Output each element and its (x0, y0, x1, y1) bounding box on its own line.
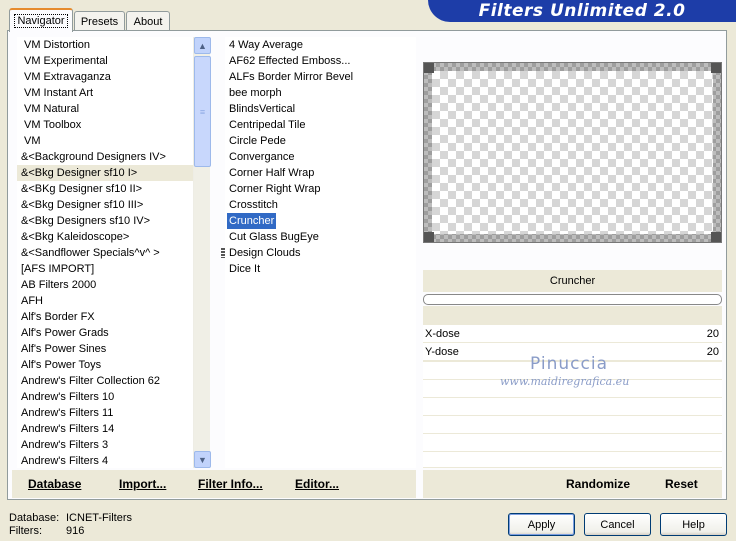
param-slot (423, 434, 722, 451)
category-item[interactable]: AFH (17, 293, 193, 309)
selected-filter-name: Cruncher (423, 270, 722, 292)
filter-item[interactable]: Cruncher (227, 213, 277, 229)
category-item[interactable]: &<BKg Designer sf10 II> (17, 181, 193, 197)
filter-item[interactable]: 4 Way Average (227, 39, 303, 51)
command-bar-right: Randomize Reset (423, 470, 722, 498)
watermark-url: www.maidiregrafica.eu (500, 375, 630, 388)
filter-item[interactable]: AF62 Effected Emboss... (227, 55, 350, 67)
filter-item[interactable]: bee morph (227, 87, 282, 99)
chevron-up-icon: ▲ (198, 40, 207, 51)
category-item[interactable]: Andrew's Filter Collection 62 (17, 373, 193, 389)
category-item[interactable]: VM Natural (17, 101, 193, 117)
tab-navigator[interactable]: Navigator (9, 8, 73, 32)
tab-presets[interactable]: Presets (74, 11, 125, 31)
category-item[interactable]: &<Bkg Designer sf10 III> (17, 197, 193, 213)
category-item[interactable]: Andrew's Filters 4 (17, 453, 193, 468)
tab-navigator-label: Navigator (14, 14, 68, 28)
database-button[interactable]: Database (28, 477, 81, 491)
scroll-thumb[interactable]: ≡ (194, 56, 211, 167)
splitter-grip-icon[interactable] (221, 248, 225, 258)
category-item[interactable]: &<Bkg Designer sf10 I> (17, 165, 193, 181)
randomize-button[interactable]: Randomize (566, 477, 630, 491)
chevron-down-icon: ▼ (198, 454, 207, 465)
tab-about-label: About (133, 15, 163, 28)
filter-list[interactable]: 4 Way Average AF62 Effected Emboss... ALFs… (225, 37, 416, 468)
command-bar-left: Database Import... Filter Info... Editor… (12, 470, 416, 498)
category-list[interactable]: VM Distortion VM Experimental VM Extravaga… (17, 37, 193, 468)
editor-button[interactable]: Editor... (295, 477, 339, 491)
category-item[interactable]: AB Filters 2000 (17, 277, 193, 293)
filter-item[interactable]: Dice It (227, 263, 260, 275)
grip-icon: ≡ (199, 106, 206, 117)
filter-item[interactable]: Corner Half Wrap (227, 167, 314, 179)
param-slot (423, 416, 722, 433)
category-item[interactable]: VM Instant Art (17, 85, 193, 101)
param-slot (423, 452, 722, 467)
filter-item[interactable]: Crosstitch (227, 199, 278, 211)
database-info: Database: ICNET-Filters (9, 512, 132, 524)
database-name: ICNET-Filters (66, 512, 132, 524)
category-item[interactable]: &<Background Designers IV> (17, 149, 193, 165)
category-item[interactable]: Alf's Border FX (17, 309, 193, 325)
category-item[interactable]: VM Toolbox (17, 117, 193, 133)
reset-button[interactable]: Reset (665, 477, 698, 491)
apply-button[interactable]: Apply (508, 513, 575, 536)
category-item[interactable]: Andrew's Filters 3 (17, 437, 193, 453)
filter-item[interactable]: Circle Pede (227, 135, 286, 147)
watermark-name: Pinuccia (530, 354, 608, 374)
filter-item[interactable]: Centripedal Tile (227, 119, 305, 131)
category-item[interactable]: VM Extravaganza (17, 69, 193, 85)
param-value: 20 (706, 327, 719, 340)
param-x-dose[interactable]: X-dose 20 (423, 325, 722, 343)
tab-presets-label: Presets (80, 15, 119, 28)
progress-bar (423, 294, 722, 305)
param-label: Y-dose (425, 345, 459, 358)
category-item[interactable]: VM Distortion (17, 37, 193, 53)
app-title-banner: Filters Unlimited 2.0 (428, 0, 736, 22)
category-item[interactable]: VM Experimental (17, 53, 193, 69)
scroll-down-button[interactable]: ▼ (194, 451, 211, 468)
selected-filter-label: Cruncher (549, 275, 596, 287)
category-item[interactable]: Andrew's Filters 10 (17, 389, 193, 405)
help-button[interactable]: Help (660, 513, 727, 536)
import-button[interactable]: Import... (119, 477, 166, 491)
filter-item[interactable]: BlindsVertical (227, 103, 295, 115)
category-item[interactable]: [AFS IMPORT] (17, 261, 193, 277)
param-label: X-dose (425, 327, 460, 340)
category-item[interactable]: Alf's Power Sines (17, 341, 193, 357)
tab-about[interactable]: About (126, 11, 170, 31)
filter-item[interactable]: Cut Glass BugEye (227, 231, 319, 243)
category-item[interactable]: Andrew's Filters 11 (17, 405, 193, 421)
category-item[interactable]: &<Bkg Kaleidoscope> (17, 229, 193, 245)
category-item[interactable]: Alf's Power Grads (17, 325, 193, 341)
filter-info-button[interactable]: Filter Info... (198, 477, 263, 491)
filter-item[interactable]: Corner Right Wrap (227, 183, 321, 195)
param-value: 20 (706, 345, 719, 358)
preview-image (423, 62, 722, 243)
filter-item[interactable]: Design Clouds (227, 247, 301, 259)
category-scrollbar[interactable]: ▲ ≡ ▼ (193, 37, 211, 468)
param-slot (423, 398, 722, 415)
preview-transparent-area (432, 71, 713, 234)
filters-count: 916 (66, 525, 85, 537)
filter-item[interactable]: ALFs Border Mirror Bevel (227, 71, 353, 83)
category-item[interactable]: &<Bkg Designers sf10 IV> (17, 213, 193, 229)
scroll-up-button[interactable]: ▲ (194, 37, 211, 54)
category-item[interactable]: Andrew's Filters 14 (17, 421, 193, 437)
filter-item[interactable]: Convergance (227, 151, 294, 163)
category-item[interactable]: &<Sandflower Specials^v^ > (17, 245, 193, 261)
category-item[interactable]: VM (17, 133, 193, 149)
cancel-button[interactable]: Cancel (584, 513, 651, 536)
category-item[interactable]: Alf's Power Toys (17, 357, 193, 373)
filters-count-info: Filters: 916 (9, 525, 85, 537)
